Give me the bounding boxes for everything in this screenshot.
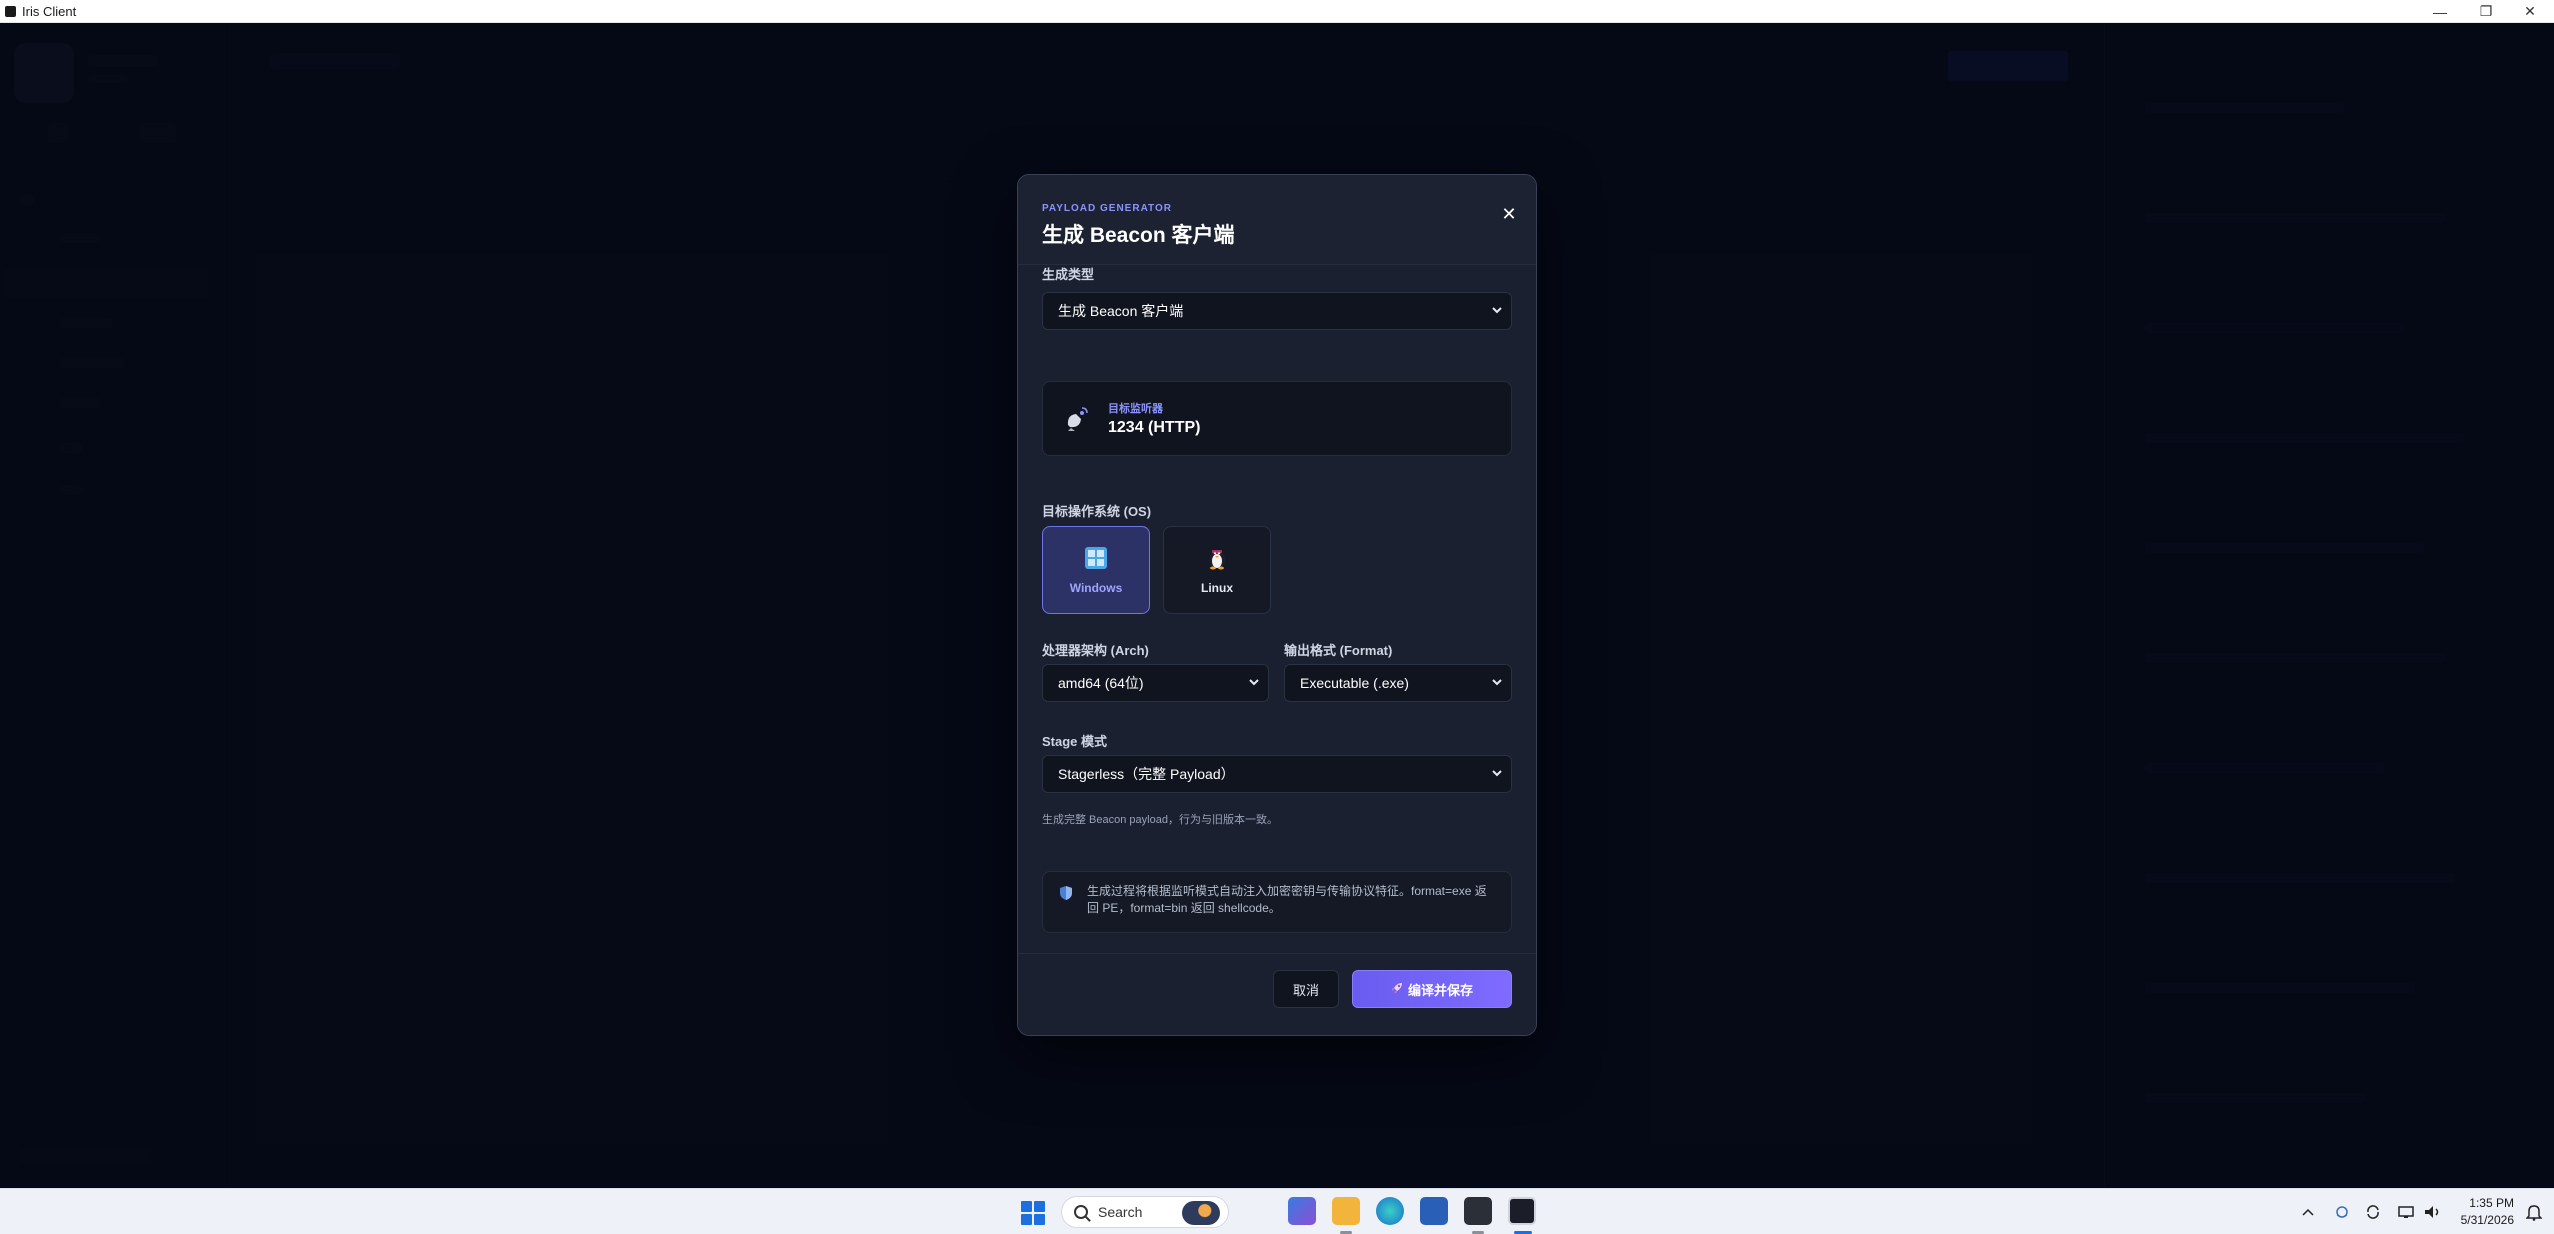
os-option-windows-label: Windows	[1069, 581, 1123, 595]
format-label: 输出格式 (Format)	[1284, 643, 1393, 658]
stage-hint: 生成完整 Beacon payload，行为与旧版本一致。	[1042, 814, 1278, 826]
target-listener-card: 目标监听器 1234 (HTTP)	[1042, 381, 1512, 456]
start-button[interactable]	[1021, 1201, 1045, 1225]
compile-and-save-label: 编译并保存	[1407, 982, 1473, 998]
network-icon[interactable]	[2398, 1189, 2416, 1234]
format-value: Executable (.exe)	[1300, 675, 1409, 691]
app-icon	[5, 5, 16, 17]
system-clock[interactable]: 1:35 PM 5/31/2026	[2461, 1195, 2514, 1229]
microsoft-store-icon[interactable]	[1420, 1197, 1448, 1225]
restore-button[interactable]: ❐	[2464, 0, 2508, 23]
chevron-down-icon	[1491, 765, 1503, 781]
window-titlebar: Iris Client — ❐ ✕	[0, 0, 2554, 23]
rocket-icon	[1391, 982, 1403, 997]
payload-generator-dialog: PAYLOAD GENERATOR 生成 Beacon 客户端 ✕ 生成类型 生…	[1017, 174, 1537, 1036]
generate-type-value: 生成 Beacon 客户端	[1058, 303, 1184, 319]
generate-type-label: 生成类型	[1042, 267, 1095, 282]
search-highlight-art	[1182, 1201, 1220, 1225]
file-explorer-icon[interactable]	[1332, 1197, 1360, 1225]
dialog-header: PAYLOAD GENERATOR 生成 Beacon 客户端 ✕	[1018, 175, 1536, 265]
cancel-button[interactable]: 取消	[1273, 970, 1339, 1008]
chevron-down-icon	[1491, 302, 1503, 318]
stage-select[interactable]: Stagerless（完整 Payload）	[1042, 755, 1512, 793]
clock-date: 5/31/2026	[2460, 1213, 2514, 1227]
dialog-body: 生成类型 生成 Beacon 客户端 目标监听器 1234 (HTTP) 目标操…	[1018, 265, 1536, 955]
window-title: Iris Client	[22, 3, 77, 19]
chevron-down-icon	[1491, 674, 1503, 690]
os-option-linux-label: Linux	[1201, 581, 1233, 595]
iris-client-taskbar-icon[interactable]	[1508, 1197, 1536, 1225]
clock-time: 1:35 PM	[2469, 1196, 2514, 1210]
dialog-footer: 取消 编译并保存	[1018, 953, 1536, 1035]
taskbar-search[interactable]: Search	[1061, 1196, 1229, 1228]
volume-icon[interactable]	[2424, 1189, 2442, 1234]
dialog-eyebrow: PAYLOAD GENERATOR	[1042, 203, 1172, 214]
info-note: 生成过程将根据监听模式自动注入加密密钥与传输协议特征。format=exe 返回…	[1042, 871, 1512, 933]
dialog-title: 生成 Beacon 客户端	[1042, 224, 1235, 247]
stage-value: Stagerless（完整 Payload）	[1058, 766, 1235, 782]
notification-bell-icon[interactable]	[2525, 1203, 2543, 1221]
os-option-linux[interactable]: Linux	[1163, 526, 1271, 614]
os-option-windows[interactable]: Windows	[1042, 526, 1150, 614]
chevron-down-icon	[1248, 674, 1260, 690]
edge-browser-icon[interactable]	[1376, 1197, 1404, 1225]
windows-icon	[1083, 545, 1109, 571]
close-window-button[interactable]: ✕	[2508, 0, 2552, 23]
close-icon[interactable]: ✕	[1498, 203, 1520, 225]
terminal-icon[interactable]	[1464, 1197, 1492, 1225]
os-label: 目标操作系统 (OS)	[1042, 504, 1152, 519]
stage-label: Stage 模式	[1042, 734, 1108, 749]
tray-overflow-icon[interactable]	[2302, 1189, 2314, 1234]
search-icon	[1074, 1205, 1088, 1219]
arch-label: 处理器架构 (Arch)	[1042, 643, 1149, 658]
info-note-text: 生成过程将根据监听模式自动注入加密密钥与传输协议特征。format=exe 返回…	[1087, 884, 1487, 915]
target-listener-value: 1234 (HTTP)	[1108, 419, 1201, 436]
linux-penguin-icon	[1204, 545, 1230, 571]
taskbar: Search 1:35 PM 5/31/2026	[0, 1188, 2554, 1234]
sync-icon[interactable]	[2365, 1189, 2381, 1234]
compile-and-save-button[interactable]: 编译并保存	[1352, 970, 1512, 1008]
onedrive-icon[interactable]	[2333, 1189, 2351, 1234]
taskbar-search-placeholder: Search	[1098, 1204, 1143, 1220]
minimize-button[interactable]: —	[2418, 0, 2462, 23]
arch-select[interactable]: amd64 (64位)	[1042, 664, 1269, 702]
format-select[interactable]: Executable (.exe)	[1284, 664, 1512, 702]
satellite-dish-icon	[1063, 406, 1089, 432]
generate-type-select[interactable]: 生成 Beacon 客户端	[1042, 292, 1512, 330]
widgets-app-icon[interactable]	[1288, 1197, 1316, 1225]
arch-value: amd64 (64位)	[1058, 675, 1144, 691]
target-listener-label: 目标监听器	[1108, 403, 1163, 415]
shield-icon	[1060, 886, 1072, 900]
